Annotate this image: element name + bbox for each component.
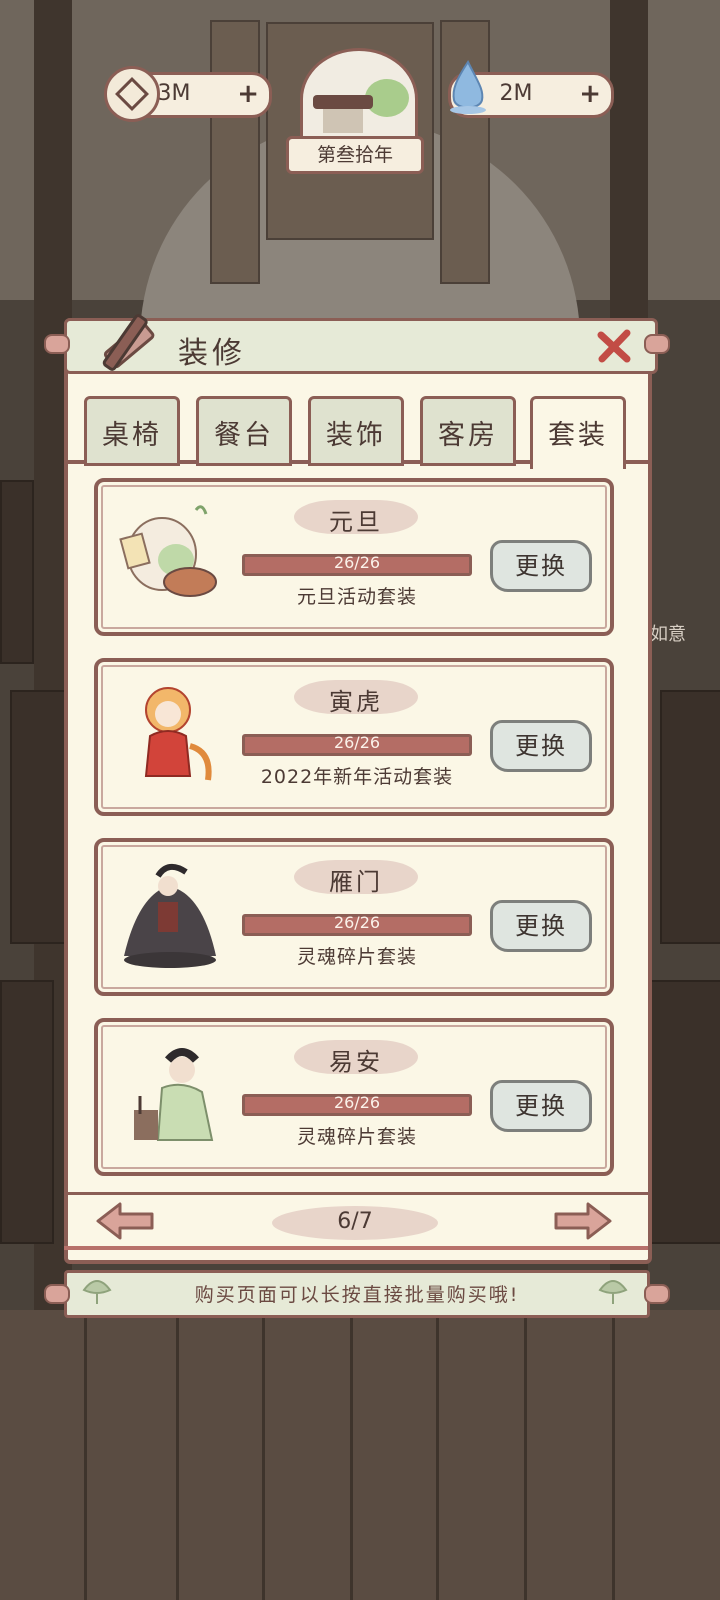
- set-card-yian: 易安 26/26 灵魂碎片套装 更换: [94, 1018, 614, 1176]
- change-set-button[interactable]: 更换: [490, 540, 592, 592]
- change-set-button[interactable]: 更换: [490, 720, 592, 772]
- close-icon[interactable]: [596, 328, 632, 364]
- set-description: 灵魂碎片套装: [296, 946, 417, 968]
- add-essence-button[interactable]: +: [579, 79, 601, 109]
- floor-plank: [612, 1310, 615, 1600]
- tip-text: 购买页面可以长按直接批量购买哦!: [194, 1284, 520, 1306]
- set-description: 元旦活动套装: [296, 586, 417, 608]
- progress-text: 26/26: [333, 913, 381, 932]
- tab-label: 客房: [438, 420, 498, 451]
- dumpling-character-portrait: [119, 505, 217, 597]
- floor-plank: [350, 1310, 353, 1600]
- floor-plank: [262, 1310, 265, 1600]
- change-set-button[interactable]: 更换: [490, 1080, 592, 1132]
- set-description: 灵魂碎片套装: [296, 1126, 417, 1148]
- floor-plank: [436, 1310, 439, 1600]
- set-card-yanmen: 雁门 26/26 灵魂碎片套装 更换: [94, 838, 614, 996]
- arrow-right-icon[interactable]: [552, 1200, 614, 1242]
- tab-sets[interactable]: 套装: [530, 396, 626, 469]
- year-label: 第叁拾年: [286, 136, 424, 174]
- panel-title: 装修: [178, 336, 246, 371]
- tab-label: 套装: [548, 420, 608, 451]
- tab-guest-rooms[interactable]: 客房: [420, 396, 516, 466]
- tab-dining-counter[interactable]: 餐台: [196, 396, 292, 466]
- set-name: 元旦: [329, 508, 383, 536]
- progress-text: 26/26: [333, 553, 381, 572]
- tiger-costume-girl-portrait: [144, 687, 212, 781]
- hanging-scroll: [210, 20, 260, 284]
- category-tabs: 桌椅 餐台 装饰 客房 套装: [84, 396, 628, 469]
- add-coins-button[interactable]: +: [237, 79, 259, 109]
- floor-plank: [176, 1310, 179, 1600]
- table: [0, 980, 54, 1244]
- shelf: [660, 690, 720, 944]
- page-indicator: 6/7: [337, 1209, 373, 1234]
- pavilion-medallion-icon: [300, 48, 418, 150]
- floor-plank: [84, 1310, 87, 1600]
- set-card-yinhu: 寅虎 26/26 2022年新年活动套装 更换: [94, 658, 614, 816]
- pager-divider: [64, 1192, 648, 1195]
- water-drop-icon: [450, 60, 486, 114]
- floor-plank: [524, 1310, 527, 1600]
- set-name: 雁门: [329, 868, 383, 896]
- table: [650, 980, 720, 1244]
- progress-text: 26/26: [333, 1093, 381, 1112]
- arrow-left-icon[interactable]: [94, 1200, 156, 1242]
- tab-decorations[interactable]: 装饰: [308, 396, 404, 466]
- tab-label: 装饰: [326, 420, 386, 451]
- change-set-button[interactable]: 更换: [490, 900, 592, 952]
- npc-name-label: 如意: [650, 624, 686, 645]
- shelf: [0, 480, 34, 664]
- scroll-rod-right: [644, 334, 670, 354]
- set-name: 寅虎: [329, 688, 383, 716]
- set-description: 2022年新年活动套装: [260, 766, 454, 788]
- panel-bottom-edge: [64, 1246, 648, 1250]
- tab-label: 餐台: [214, 420, 274, 451]
- set-name: 易安: [329, 1048, 383, 1076]
- shelf: [10, 690, 66, 944]
- progress-text: 26/26: [333, 733, 381, 752]
- tab-tables-chairs[interactable]: 桌椅: [84, 396, 180, 466]
- swordsman-portrait: [124, 863, 216, 968]
- scholar-woman-portrait: [134, 1048, 214, 1141]
- coin-icon: [104, 66, 160, 122]
- hammer-icon: [102, 314, 155, 371]
- set-card-yuandan: 元旦 26/26 元旦活动套装 更换: [94, 478, 614, 636]
- tab-label: 桌椅: [102, 420, 162, 451]
- scroll-rod-left: [44, 334, 70, 354]
